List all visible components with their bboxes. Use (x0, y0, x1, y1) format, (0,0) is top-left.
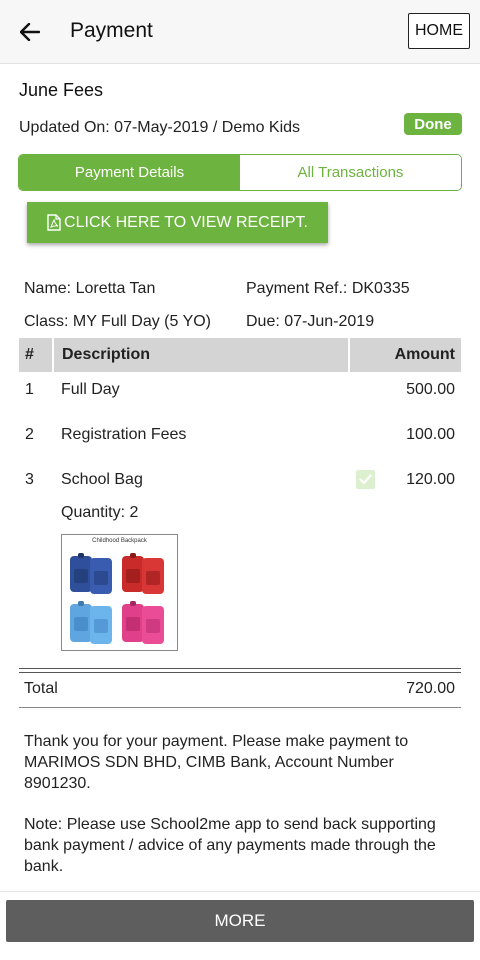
table-header: # Description Amount (19, 338, 461, 372)
item-checkbox (356, 470, 375, 489)
backpack-image (70, 553, 164, 644)
row-description: Registration Fees (61, 426, 187, 443)
due-date: Due: 07-Jun-2019 (246, 313, 375, 330)
divider (0, 891, 480, 892)
payment-instructions: Thank you for your payment. Please make … (24, 733, 409, 792)
row-number: 1 (25, 381, 34, 398)
pdf-file-icon (47, 214, 61, 231)
total-label: Total (24, 680, 58, 697)
row-amount: 120.00 (406, 471, 455, 488)
page-title: Payment (70, 19, 153, 42)
home-button[interactable]: HOME (408, 13, 470, 49)
row-number: 3 (25, 471, 34, 488)
row-description: School Bag (61, 471, 143, 488)
status-badge: Done (404, 113, 462, 135)
row-number: 2 (25, 426, 34, 443)
fee-title: June Fees (19, 80, 104, 100)
back-button[interactable] (12, 14, 48, 50)
view-receipt-label: CLICK HERE TO VIEW RECEIPT. (64, 213, 308, 231)
check-icon (359, 474, 372, 485)
column-header-number: # (19, 338, 52, 372)
total-amount: 720.00 (406, 680, 455, 697)
item-quantity: Quantity: 2 (61, 504, 139, 521)
student-name: Name: Loretta Tan (24, 280, 156, 297)
app-bar: Payment HOME (0, 0, 480, 64)
tab-payment-details[interactable]: Payment Details (19, 155, 240, 190)
view-receipt-button[interactable]: CLICK HERE TO VIEW RECEIPT. (27, 202, 328, 243)
class-info: Class: MY Full Day (5 YO) (24, 313, 212, 330)
column-header-amount: Amount (350, 338, 461, 372)
arrow-left-icon (20, 23, 40, 41)
row-amount: 100.00 (406, 426, 455, 443)
row-amount: 500.00 (406, 381, 455, 398)
tab-all-transactions[interactable]: All Transactions (240, 155, 461, 190)
row-description: Full Day (61, 381, 120, 398)
payment-ref: Payment Ref.: DK0335 (246, 280, 410, 297)
total-divider (19, 668, 461, 673)
divider (19, 707, 461, 708)
product-image[interactable]: Childhood Backpack (61, 534, 178, 651)
payment-tabs: Payment Details All Transactions (18, 154, 462, 191)
column-header-description: Description (54, 338, 348, 372)
payment-note: Note: Please use School2me app to send b… (24, 816, 436, 875)
more-button[interactable]: MORE (6, 900, 474, 942)
updated-on-text: Updated On: 07-May-2019 / Demo Kids (19, 119, 301, 136)
